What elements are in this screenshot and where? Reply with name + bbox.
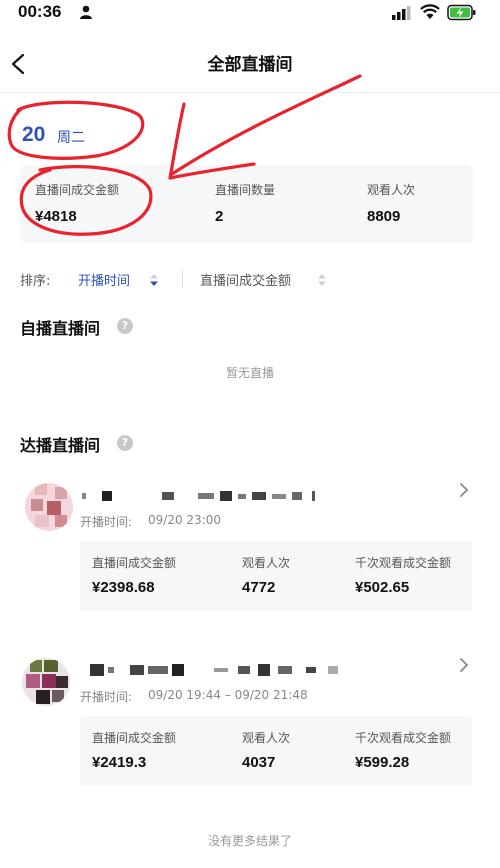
avatar <box>25 483 73 531</box>
sort-by-gmv[interactable]: 直播间成交金额 <box>200 268 335 290</box>
sort-divider <box>182 270 183 288</box>
room-gmv-label: 直播间成交金额 <box>92 556 177 570</box>
room-views-value: 4772 <box>242 579 276 596</box>
nav-divider <box>0 92 500 93</box>
sort-toggle-icon <box>318 274 326 286</box>
summary-room-count-label: 直播间数量 <box>215 183 276 197</box>
status-time: 00:36 <box>18 2 62 21</box>
room-gmv-value: ¥2419.3 <box>92 754 147 771</box>
chevron-right-icon[interactable] <box>457 481 471 499</box>
streamer-name-redacted <box>90 664 338 676</box>
start-time-value: 09/20 23:00 <box>148 513 221 527</box>
summary-views-value: 8809 <box>367 208 401 225</box>
start-time-label: 开播时间: <box>80 690 133 704</box>
signal-icon <box>392 6 411 20</box>
self-live-section-title: 自播直播间 <box>20 319 101 338</box>
room-views-label: 观看人次 <box>242 556 291 570</box>
room-gpm-value: ¥502.65 <box>355 579 410 596</box>
streamer-name-redacted <box>82 491 315 501</box>
summary-card: 直播间成交金额 ¥4818 直播间数量 2 观看人次 8809 <box>20 165 473 243</box>
room-gmv-label: 直播间成交金额 <box>92 731 177 745</box>
date-day: 20 <box>22 123 46 146</box>
status-bar: 00:36 <box>0 0 500 26</box>
wifi-icon <box>420 4 440 19</box>
sort-by-start-time-label: 开播时间 <box>78 274 131 289</box>
chevron-right-icon[interactable] <box>457 656 471 674</box>
room-stats-card: 直播间成交金额 ¥2398.68 观看人次 4772 千次观看成交金额 ¥502… <box>80 541 472 611</box>
no-more-results: 没有更多结果了 <box>207 834 292 848</box>
summary-room-count-value: 2 <box>215 208 224 225</box>
annotation-arrow-shaft <box>170 74 362 176</box>
sort-by-gmv-label: 直播间成交金额 <box>200 274 292 289</box>
help-icon[interactable]: ? <box>117 318 133 334</box>
battery-charging-icon <box>447 4 476 21</box>
room-gpm-label: 千次观看成交金额 <box>355 556 452 570</box>
summary-gmv-value: ¥4818 <box>35 208 77 225</box>
person-icon <box>80 5 92 19</box>
help-icon[interactable]: ? <box>117 435 133 451</box>
room-gpm-label: 千次观看成交金额 <box>355 731 452 745</box>
talent-live-section-title: 达播直播间 <box>20 436 101 455</box>
room-gmv-value: ¥2398.68 <box>92 579 155 596</box>
avatar <box>22 658 70 706</box>
sort-by-start-time[interactable]: 开播时间 <box>78 268 168 290</box>
room-views-value: 4037 <box>242 754 276 771</box>
start-time-label: 开播时间: <box>80 515 133 529</box>
room-gpm-value: ¥599.28 <box>355 754 410 771</box>
page-title: 全部直播间 <box>207 55 293 75</box>
sort-label: 排序: <box>20 274 51 289</box>
room-views-label: 观看人次 <box>242 731 291 745</box>
sort-toggle-icon <box>150 274 158 286</box>
empty-state-text: 暂无直播 <box>225 366 274 380</box>
date-weekday: 周二 <box>57 130 85 146</box>
summary-gmv-label: 直播间成交金额 <box>35 183 120 197</box>
room-stats-card: 直播间成交金额 ¥2419.3 观看人次 4037 千次观看成交金额 ¥599.… <box>80 716 472 786</box>
start-time-value: 09/20 19:44 – 09/20 21:48 <box>148 688 308 702</box>
summary-views-label: 观看人次 <box>367 183 416 197</box>
